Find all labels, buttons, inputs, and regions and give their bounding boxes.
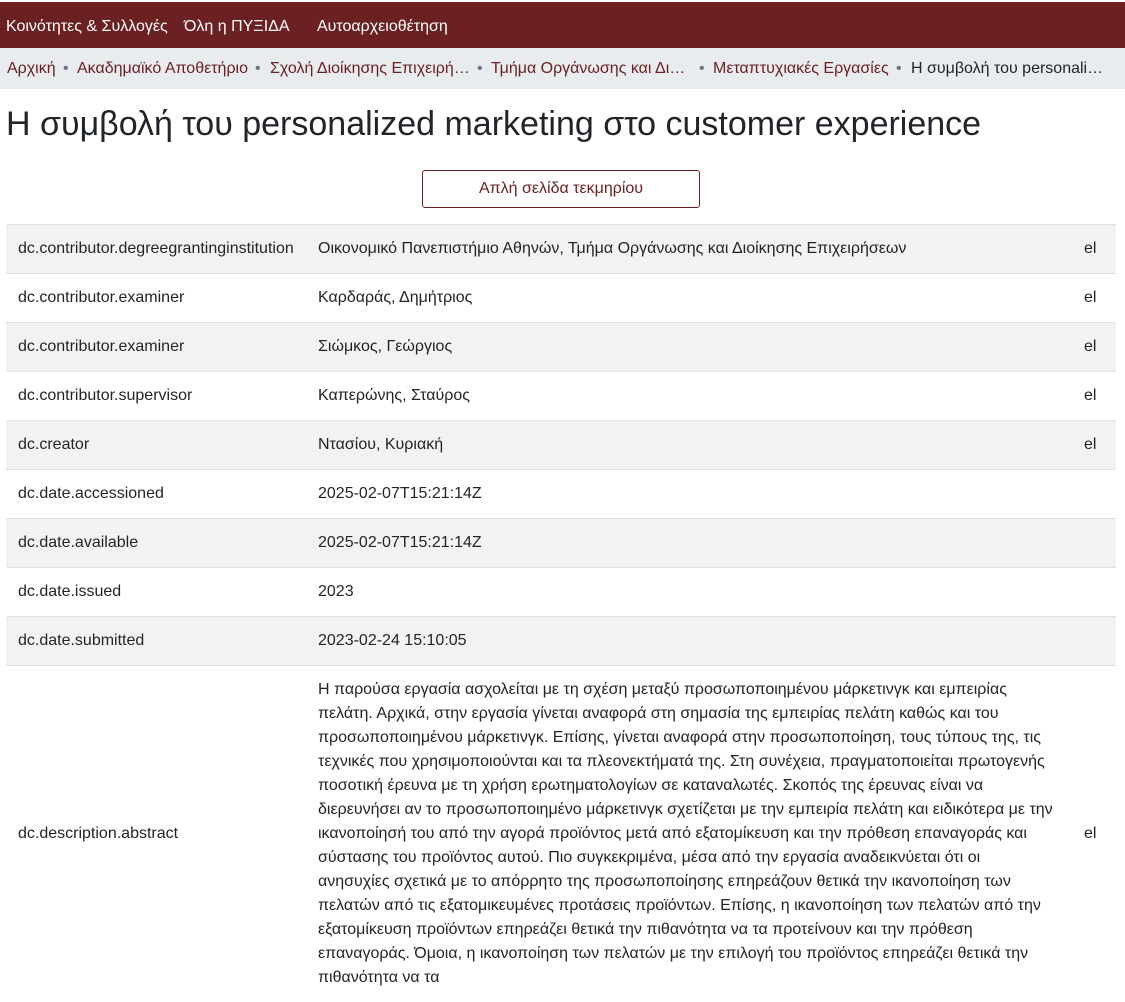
metadata-value: 2025-02-07T15:21:14Z — [306, 470, 1072, 519]
metadata-row: dc.contributor.examinerΚαρδαράς, Δημήτρι… — [6, 274, 1116, 323]
breadcrumb-academic-repo[interactable]: Ακαδημαϊκό Αποθετήριο — [77, 60, 248, 78]
metadata-row: dc.description.abstractΗ παρούσα εργασία… — [6, 666, 1116, 1002]
metadata-key: dc.description.abstract — [6, 666, 306, 1002]
metadata-value: 2023-02-24 15:10:05 — [306, 617, 1072, 666]
breadcrumb-separator: • — [255, 60, 261, 78]
metadata-language: el — [1072, 274, 1116, 323]
metadata-key: dc.date.available — [6, 519, 306, 568]
metadata-language — [1072, 617, 1116, 666]
metadata-row: dc.date.submitted2023-02-24 15:10:05 — [6, 617, 1116, 666]
page-title: Η συμβολή του personalized marketing στο… — [6, 105, 981, 144]
breadcrumb: Αρχική • Ακαδημαϊκό Αποθετήριο • Σχολή Δ… — [0, 48, 1125, 89]
top-navbar: Κοινότητες & Συλλογές Όλη η ΠΥΞΙΔΑ Αυτοα… — [0, 2, 1125, 48]
nav-communities-link[interactable]: Κοινότητες & Συλλογές — [6, 18, 168, 36]
simple-item-page-button[interactable]: Απλή σελίδα τεκμηρίου — [422, 170, 700, 208]
metadata-key: dc.contributor.examiner — [6, 323, 306, 372]
metadata-row: dc.date.available2025-02-07T15:21:14Z — [6, 519, 1116, 568]
metadata-row: dc.date.issued2023 — [6, 568, 1116, 617]
metadata-key: dc.date.submitted — [6, 617, 306, 666]
breadcrumb-school[interactable]: Σχολή Διοίκησης Επιχειρή… — [270, 60, 470, 78]
metadata-value: Καπερώνης, Σταύρος — [306, 372, 1072, 421]
metadata-value: Οικονομικό Πανεπιστήμιο Αθηνών, Τμήμα Ορ… — [306, 225, 1072, 274]
metadata-value: Καρδαράς, Δημήτριος — [306, 274, 1072, 323]
metadata-table: dc.contributor.degreegrantinginstitution… — [6, 224, 1116, 1002]
breadcrumb-current: Η συμβολή του personali… — [911, 60, 1103, 78]
metadata-key: dc.contributor.supervisor — [6, 372, 306, 421]
metadata-row: dc.contributor.degreegrantinginstitution… — [6, 225, 1116, 274]
metadata-language: el — [1072, 372, 1116, 421]
metadata-language: el — [1072, 323, 1116, 372]
breadcrumb-home[interactable]: Αρχική — [7, 60, 56, 78]
breadcrumb-separator: • — [63, 60, 69, 78]
metadata-value: Σιώμκος, Γεώργιος — [306, 323, 1072, 372]
metadata-language — [1072, 568, 1116, 617]
metadata-language: el — [1072, 421, 1116, 470]
breadcrumb-department[interactable]: Τμήμα Οργάνωσης και Δι… — [491, 60, 685, 78]
metadata-language: el — [1072, 666, 1116, 1002]
metadata-row: dc.creatorΝτασίου, Κυριακήel — [6, 421, 1116, 470]
metadata-value: Ντασίου, Κυριακή — [306, 421, 1072, 470]
metadata-key: dc.contributor.examiner — [6, 274, 306, 323]
metadata-row: dc.contributor.examinerΣιώμκος, Γεώργιος… — [6, 323, 1116, 372]
metadata-key: dc.creator — [6, 421, 306, 470]
breadcrumb-postgraduate[interactable]: Μεταπτυχιακές Εργασίες — [713, 60, 889, 78]
metadata-key: dc.date.accessioned — [6, 470, 306, 519]
metadata-key: dc.date.issued — [6, 568, 306, 617]
metadata-language — [1072, 470, 1116, 519]
metadata-language: el — [1072, 225, 1116, 274]
metadata-row: dc.contributor.supervisorΚαπερώνης, Σταύ… — [6, 372, 1116, 421]
metadata-value: Η παρούσα εργασία ασχολείται με τη σχέση… — [306, 666, 1072, 1002]
metadata-row: dc.date.accessioned2025-02-07T15:21:14Z — [6, 470, 1116, 519]
metadata-value: 2023 — [306, 568, 1072, 617]
breadcrumb-separator: • — [896, 60, 902, 78]
breadcrumb-separator: • — [477, 60, 483, 78]
metadata-value: 2025-02-07T15:21:14Z — [306, 519, 1072, 568]
metadata-language — [1072, 519, 1116, 568]
breadcrumb-separator: • — [699, 60, 705, 78]
nav-self-archive-link[interactable]: Αυτοαρχειοθέτηση — [317, 18, 448, 36]
nav-all-link[interactable]: Όλη η ΠΥΞΙΔΑ — [184, 18, 290, 36]
metadata-key: dc.contributor.degreegrantinginstitution — [6, 225, 306, 274]
